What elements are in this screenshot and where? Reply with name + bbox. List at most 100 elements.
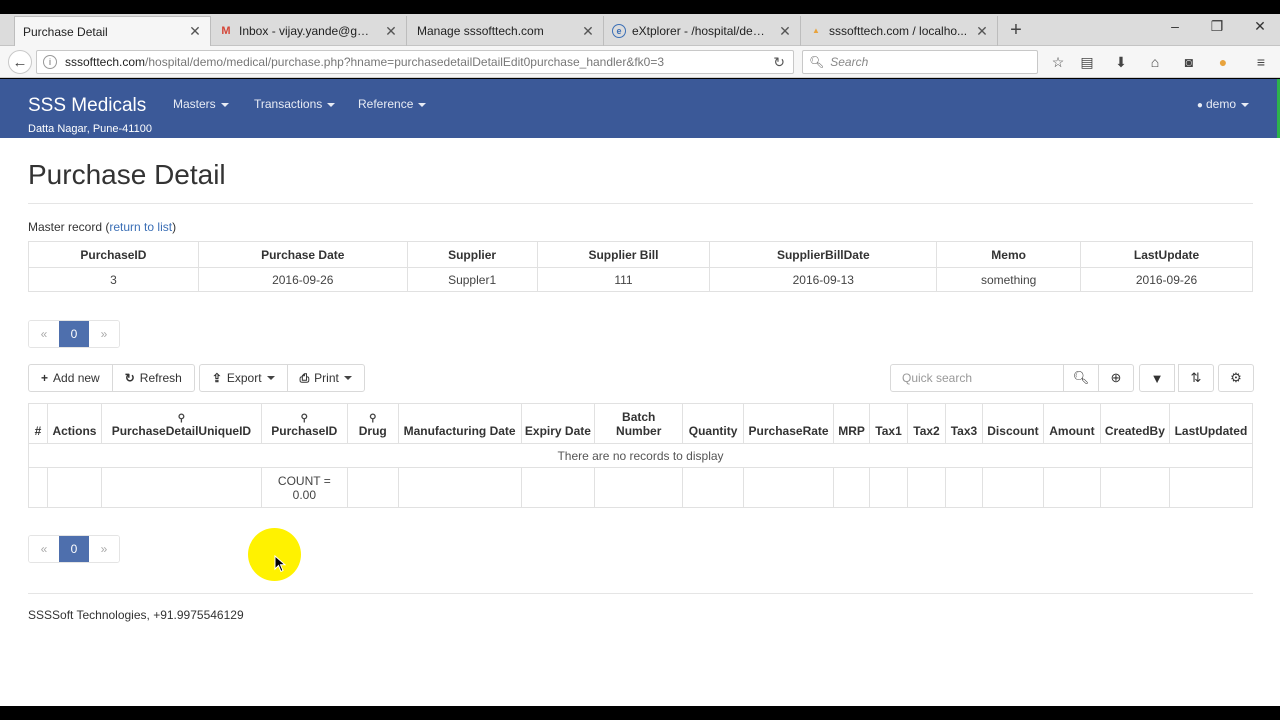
sort-icon: ⇅ <box>1190 370 1202 385</box>
download-icon[interactable]: ⬇ <box>1111 52 1131 72</box>
tab-purchase-detail[interactable]: Purchase Detail ✕ <box>14 16 211 46</box>
back-arrow-icon[interactable]: ← <box>8 50 32 74</box>
home-icon[interactable]: ⌂ <box>1145 52 1165 72</box>
bookmark-star-icon[interactable]: ☆ <box>1048 52 1068 72</box>
address-bar[interactable]: i sssofttech.com /hospital/demo/medical/… <box>36 50 794 74</box>
col-header-label: Drug <box>358 424 387 438</box>
reading-list-icon[interactable]: ▤ <box>1077 52 1097 72</box>
menu-label: Reference <box>358 97 414 111</box>
pager-prev[interactable]: « <box>29 536 59 562</box>
browser-search-input[interactable]: 🔍︎ Search <box>802 50 1038 74</box>
quick-search-placeholder: Quick search <box>902 371 973 385</box>
user-menu[interactable]: ● demo <box>1197 97 1249 111</box>
master-cell: 2016-09-26 <box>197 267 408 292</box>
pager-prev[interactable]: « <box>29 321 59 347</box>
col-header-quantity[interactable]: Quantity <box>682 403 745 444</box>
table-cell <box>46 467 102 508</box>
reload-icon[interactable]: ↻ <box>773 54 785 71</box>
tab-gmail[interactable]: M Inbox - vijay.yande@gmai... ✕ <box>211 16 407 46</box>
quick-search-input[interactable]: Quick search <box>890 364 1064 392</box>
pocket-icon[interactable]: ◙ <box>1179 52 1199 72</box>
minimize-icon[interactable]: – <box>1165 18 1185 34</box>
col-header-purchaseid[interactable]: ⚲ PurchaseID <box>260 403 348 444</box>
col-header-drug[interactable]: ⚲ Drug <box>346 403 399 444</box>
master-label-text: Master record <box>28 220 103 234</box>
new-tab-plus-icon[interactable]: + <box>1006 19 1026 42</box>
caret-down-icon <box>1241 102 1249 107</box>
table-cell <box>833 467 871 508</box>
export-button[interactable]: ⇪ Export <box>198 364 288 392</box>
restore-icon[interactable]: ❐ <box>1207 18 1227 35</box>
add-new-label: Add new <box>53 371 100 385</box>
close-icon[interactable]: ✕ <box>778 23 792 40</box>
col-header-number: # <box>28 403 48 444</box>
count-label: COUNT = <box>277 473 331 488</box>
refresh-button[interactable]: ↻ Refresh <box>111 364 195 392</box>
settings-button[interactable]: ⚙ <box>1218 364 1254 392</box>
menu-transactions[interactable]: Transactions <box>254 97 336 111</box>
phpmyadmin-icon: ▲ <box>812 26 820 35</box>
col-header-tax3[interactable]: Tax3 <box>944 403 983 444</box>
table-cell <box>907 467 946 508</box>
table-cell <box>944 467 983 508</box>
master-cell: 2016-09-13 <box>709 267 938 292</box>
sort-button[interactable]: ⇅ <box>1178 364 1214 392</box>
window-close-icon[interactable]: ✕ <box>1250 18 1270 35</box>
caret-down-icon <box>220 102 229 107</box>
print-button[interactable]: ⎙ Print <box>286 364 365 392</box>
table-cell <box>743 467 835 508</box>
close-icon[interactable]: ✕ <box>384 23 398 40</box>
col-header-amount[interactable]: Amount <box>1042 403 1101 444</box>
col-header-label: PurchaseDetailUniqueID <box>111 424 252 438</box>
pager-next[interactable]: » <box>89 536 119 562</box>
advanced-search-button[interactable]: ⊕ <box>1098 364 1134 392</box>
table-cell <box>682 467 745 508</box>
table-cell <box>1099 467 1170 508</box>
col-header-mfg-date[interactable]: Manufacturing Date <box>397 403 522 444</box>
col-header-discount[interactable]: Discount <box>981 403 1044 444</box>
search-button[interactable]: 🔍︎ <box>1063 364 1099 392</box>
table-cell <box>346 467 399 508</box>
return-to-list-link[interactable]: return to list <box>109 220 172 234</box>
menu-masters[interactable]: Masters <box>173 97 229 111</box>
col-header-createdby[interactable]: CreatedBy <box>1099 403 1170 444</box>
filter-icon: ▼ <box>1150 370 1164 386</box>
col-header-batch-number[interactable]: Batch Number <box>594 403 684 444</box>
pager-current[interactable]: 0 <box>59 536 89 562</box>
count-value: 0.00 <box>292 487 316 502</box>
divider <box>28 203 1253 204</box>
brand-title[interactable]: SSS Medicals <box>28 95 146 117</box>
col-header-label: PurchaseID <box>271 424 338 438</box>
close-icon[interactable]: ✕ <box>975 23 989 40</box>
col-header-tax2[interactable]: Tax2 <box>907 403 946 444</box>
close-icon[interactable]: ✕ <box>581 23 595 40</box>
key-icon: ⚲ <box>369 413 377 424</box>
col-header-expiry-date[interactable]: Expiry Date <box>520 403 596 444</box>
table-cell <box>397 467 522 508</box>
menu-icon[interactable]: ≡ <box>1251 52 1271 72</box>
extension-icon[interactable]: ● <box>1213 52 1233 72</box>
col-header-mrp[interactable]: MRP <box>833 403 871 444</box>
tab-manage[interactable]: Manage sssofttech.com ✕ <box>407 16 604 46</box>
table-cell <box>520 467 596 508</box>
filter-button[interactable]: ▼ <box>1139 364 1175 392</box>
table-row: 3 2016-09-26 Suppler1 111 2016-09-13 som… <box>28 267 1253 292</box>
pager-current[interactable]: 0 <box>59 321 89 347</box>
tab-phpmyadmin[interactable]: ▲ sssofttech.com / localho... ✕ <box>801 16 998 46</box>
close-icon[interactable]: ✕ <box>188 23 202 40</box>
master-header: Purchase Date <box>197 241 408 268</box>
footer-text: SSSSoft Technologies, +91.9975546129 <box>28 608 244 622</box>
pager-next[interactable]: » <box>89 321 119 347</box>
col-header-purchaserate[interactable]: PurchaseRate <box>743 403 835 444</box>
col-header-lastupdated[interactable]: LastUpdated <box>1168 403 1254 444</box>
add-new-button[interactable]: + Add new <box>28 364 113 392</box>
tab-extplorer[interactable]: e eXtplorer - /hospital/dem... ✕ <box>604 16 801 46</box>
info-icon[interactable]: i <box>43 55 57 69</box>
tab-label: sssofttech.com / localho... <box>829 24 968 38</box>
refresh-label: Refresh <box>139 371 182 385</box>
col-header-tax1[interactable]: Tax1 <box>869 403 909 444</box>
web-page: SSS Medicals Datta Nagar, Pune-41100 Mas… <box>0 79 1280 706</box>
col-header-uniqueid[interactable]: ⚲ PurchaseDetailUniqueID <box>100 403 262 444</box>
tab-label: eXtplorer - /hospital/dem... <box>632 24 772 38</box>
menu-reference[interactable]: Reference <box>358 97 427 111</box>
